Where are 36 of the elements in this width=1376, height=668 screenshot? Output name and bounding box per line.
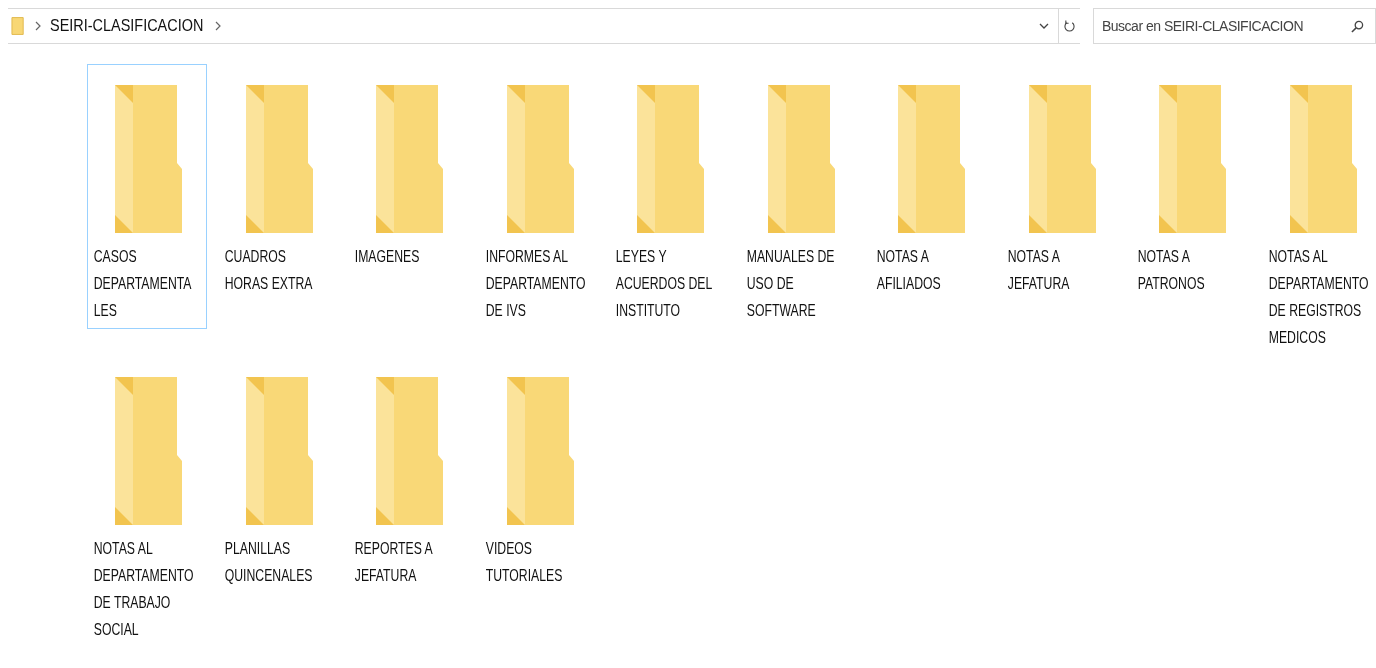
folder-item[interactable]: INFORMES AL DEPARTAMENTO DE IVS <box>478 64 599 329</box>
folder-name: CASOS DEPARTAMENTA LES <box>92 246 192 322</box>
folder-name: MANUALES DE USO DE SOFTWARE <box>745 246 834 322</box>
chevron-down-icon[interactable] <box>1039 23 1049 29</box>
folder-item[interactable]: NOTAS AL DEPARTAMENTO DE TRABAJO SOCIAL <box>87 356 207 648</box>
search-icon[interactable] <box>1351 20 1364 33</box>
breadcrumb-item[interactable]: SEIRI-CLASIFICACION <box>50 16 204 36</box>
folder-name: NOTAS A AFILIADOS <box>875 246 941 295</box>
folder-item[interactable]: NOTAS A JEFATURA <box>1000 64 1121 326</box>
folder-name: IMAGENES <box>353 246 420 268</box>
folder-name: REPORTES A JEFATURA <box>353 538 433 587</box>
folder-item[interactable]: MANUALES DE USO DE SOFTWARE <box>739 64 860 329</box>
folder-item[interactable]: PLANILLAS QUINCENALES <box>217 356 338 618</box>
chevron-icon[interactable] <box>35 21 41 31</box>
folder-name: CUADROS HORAS EXTRA <box>223 246 312 295</box>
folder-name: NOTAS AL DEPARTAMENTO DE REGISTROS MEDICOS <box>1267 246 1368 349</box>
folder-item[interactable]: REPORTES A JEFATURA <box>348 356 468 618</box>
folder-name: INFORMES AL DEPARTAMENTO DE IVS <box>484 246 585 322</box>
folder-item[interactable]: CUADROS HORAS EXTRA <box>217 64 338 326</box>
folder-item[interactable]: NOTAS A AFILIADOS <box>870 64 990 326</box>
folder-name: NOTAS AL DEPARTAMENTO DE TRABAJO SOCIAL <box>92 538 194 641</box>
folder-name: NOTAS A JEFATURA <box>1006 246 1069 295</box>
folder-item[interactable]: LEYES Y ACUERDOS DEL INSTITUTO <box>609 64 729 329</box>
folder-name: PLANILLAS QUINCENALES <box>223 538 312 587</box>
folder-item[interactable]: NOTAS A PATRONOS <box>1131 64 1251 326</box>
folder-name: NOTAS A PATRONOS <box>1136 246 1205 295</box>
refresh-icon[interactable] <box>1064 19 1075 33</box>
folder-item[interactable]: CASOS DEPARTAMENTA LES <box>87 64 207 329</box>
folder-icon <box>11 16 26 36</box>
search-field[interactable]: Buscar en SEIRI-CLASIFICACION <box>1093 8 1376 44</box>
folder-item[interactable]: VIDEOS TUTORIALES <box>478 356 599 618</box>
chevron-icon[interactable] <box>215 21 222 31</box>
folder-name: LEYES Y ACUERDOS DEL INSTITUTO <box>614 246 713 322</box>
folder-name: VIDEOS TUTORIALES <box>484 538 562 587</box>
folder-item[interactable]: NOTAS AL DEPARTAMENTO DE REGISTROS MEDICOS <box>1261 64 1376 356</box>
folder-item[interactable]: IMAGENES <box>348 64 468 326</box>
